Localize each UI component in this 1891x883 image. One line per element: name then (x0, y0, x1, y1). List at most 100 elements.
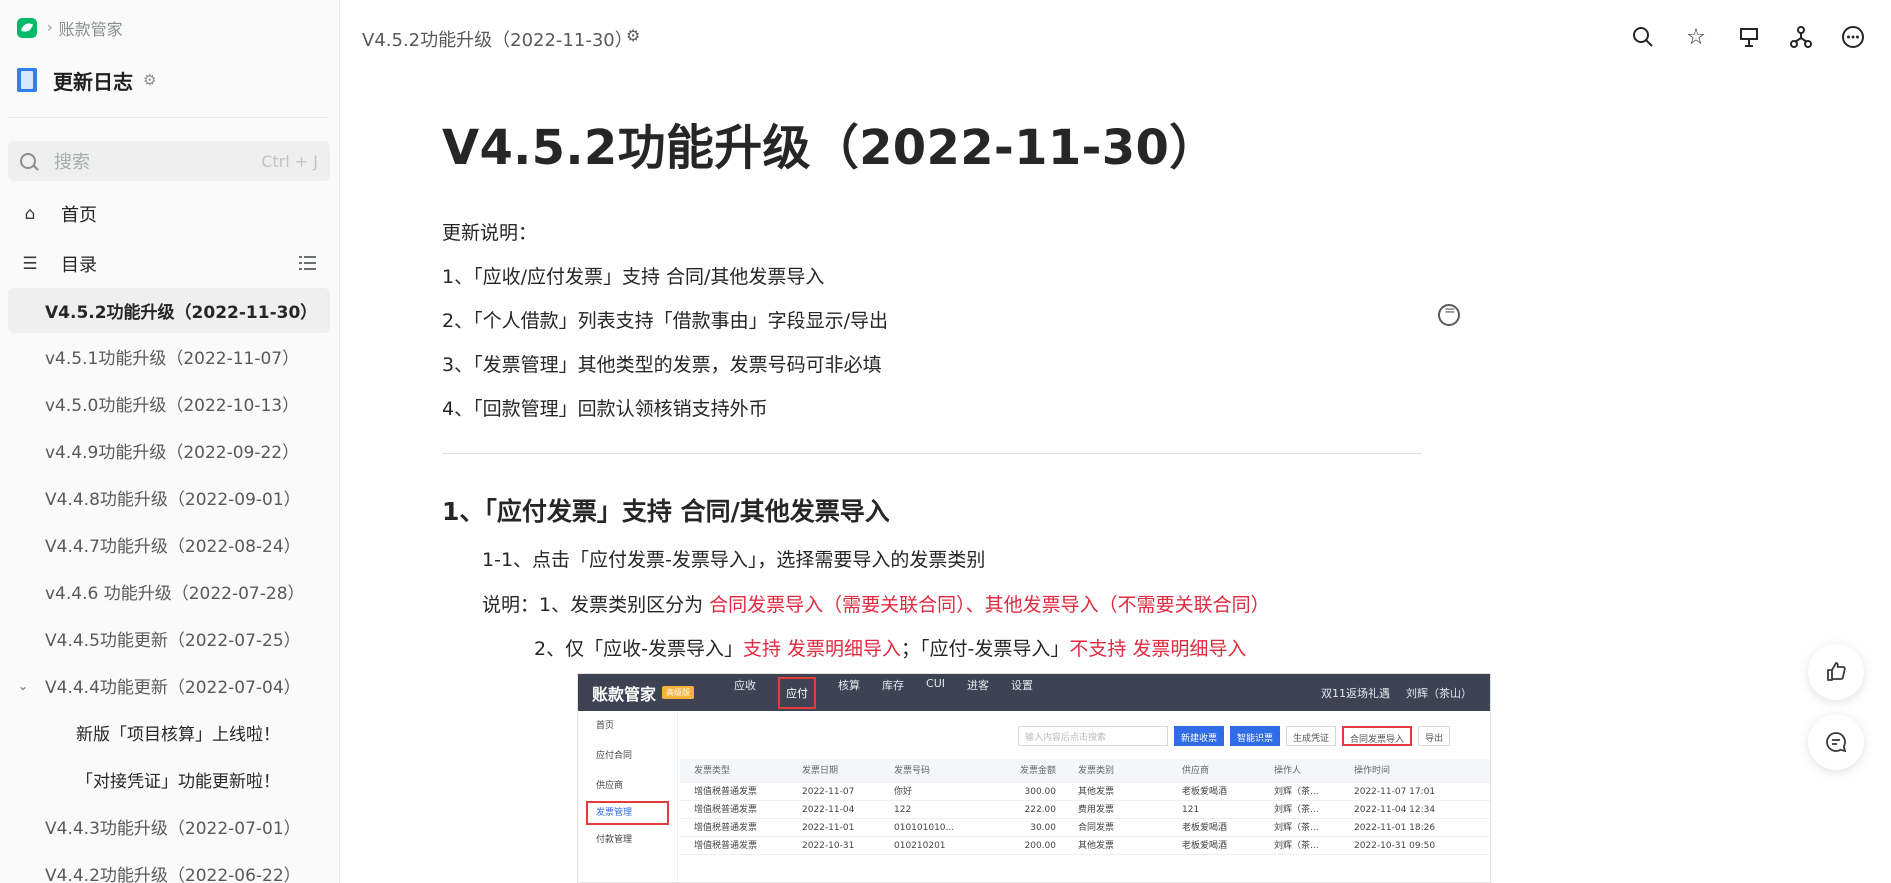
toc-collapse-icon[interactable] (298, 256, 316, 270)
table-cell: 其他发票 (1078, 787, 1115, 797)
table-header-cell: 发票号码 (894, 766, 931, 776)
header-doc-title: V4.5.2功能升级（2022-11-30） (362, 30, 633, 51)
table-header-cell: 发票类型 (694, 766, 731, 776)
table-row: 增值税普通发票 2022-11-07 你好 300.00 其他发票 老板爱喝酒 … (680, 783, 1490, 801)
table-cell: 300.00 (1024, 787, 1057, 797)
chevron-down-icon[interactable]: ⌄ (18, 679, 28, 693)
present-icon[interactable] (1736, 24, 1762, 50)
star-icon[interactable]: ☆ (1683, 24, 1709, 50)
chevron-right-icon: › (47, 20, 53, 36)
comment-button[interactable] (1808, 714, 1864, 770)
book-title[interactable]: 更新日志 (53, 66, 133, 95)
screenshot-sidebar: 首页 应付合同 供应商 发票管理 付款管理 (578, 711, 678, 882)
intro-text: 更新说明： (442, 222, 538, 244)
screenshot-side-item: 供应商 (596, 781, 624, 791)
toc-item[interactable]: v4.4.9功能升级（2022-09-22） (8, 427, 330, 474)
toc-item[interactable]: V4.4.7功能升级（2022-08-24） (8, 521, 330, 568)
comment-icon[interactable] (1438, 303, 1460, 326)
note-part: 2、仅「应收-发票导入」 (534, 638, 743, 660)
table-header-cell: 供应商 (1182, 766, 1210, 776)
table-cell: 老板爱喝酒 (1182, 823, 1228, 833)
breadcrumb[interactable]: › 账款管家 (17, 17, 123, 39)
table-cell: 费用发票 (1078, 805, 1115, 815)
sidebar-item-toc[interactable]: ☰ 目录 (8, 244, 330, 284)
table-cell: 2022-11-01 (802, 823, 855, 833)
screenshot-toolbar: 输入内容后点击搜索 新建收票 智能识票 生成凭证 合同发票导入 导出 (1018, 726, 1451, 746)
table-cell: 老板爱喝酒 (1182, 787, 1228, 797)
settings-icon[interactable]: ⚙ (626, 26, 640, 45)
section-heading: 1、「应付发票」支持 合同/其他发票导入 (442, 497, 890, 526)
table-header-cell: 发票金额 (1019, 766, 1056, 776)
screenshot-button: 智能识票 (1230, 726, 1281, 746)
toc-item[interactable]: V4.4.8功能升级（2022-09-01） (8, 474, 330, 521)
note-text: 2、仅「应收-发票导入」支持 发票明细导入；「应付-发票导入」不支持 发票明细导… (534, 634, 1246, 661)
table-cell: 刘辉（茶... (1274, 787, 1319, 797)
table-cell: 你好 (894, 787, 913, 797)
screenshot-topbar: 账款管家 高级版 应收 应付 核算 库存 CUI 进客 设置 双11返场礼遇 刘… (578, 674, 1490, 711)
home-icon: ⌂ (24, 204, 36, 224)
toc-item[interactable]: V4.5.2功能升级（2022-11-30） (8, 288, 330, 333)
sidebar-item-home[interactable]: ⌂ 首页 (8, 194, 330, 234)
toc-item[interactable]: v4.5.0功能升级（2022-10-13） (8, 380, 330, 427)
search-icon (20, 153, 36, 169)
table-cell: 增值税普通发票 (694, 805, 758, 815)
table-cell: 200.00 (1024, 841, 1057, 851)
table-header-cell: 发票日期 (802, 766, 839, 776)
toc-sub-item[interactable]: 「对接凭证」功能更新啦！ (8, 756, 330, 803)
like-button[interactable] (1808, 644, 1864, 700)
toc-item[interactable]: V4.4.3功能升级（2022-07-01） (8, 803, 330, 850)
note-highlight: 支持 发票明细导入 (742, 638, 901, 660)
table-cell: 2022-11-07 17:01 (1354, 787, 1436, 797)
toc-item-expanded[interactable]: ⌄ V4.4.4功能更新（2022-07-04） (8, 662, 330, 709)
settings-icon[interactable]: ⚙ (143, 71, 156, 89)
toc-item[interactable]: V4.4.5功能更新（2022-07-25） (8, 615, 330, 662)
note-text: 说明：1、发票类别区分为 合同发票导入（需要关联合同）、其他发票导入（不需要关联… (482, 590, 1270, 617)
screenshot-side-item: 首页 (596, 721, 615, 731)
divider (8, 117, 329, 118)
table-cell: 其他发票 (1078, 841, 1115, 851)
table-header: 发票类型 发票日期 发票号码 发票金额 发票类别 供应商 操作人 操作时间 (680, 759, 1490, 783)
toc-item[interactable]: v4.5.1功能升级（2022-11-07） (8, 333, 330, 380)
sidebar-item-label: 首页 (61, 205, 97, 226)
screenshot-nav-item: 库存 (882, 678, 905, 692)
screenshot-nav-item: 核算 (838, 678, 861, 692)
share-icon[interactable] (1788, 24, 1814, 50)
sidebar: › 账款管家 更新日志 ⚙ 搜索 Ctrl + J ⌂ 首页 ☰ 目录 V4.5… (0, 0, 340, 883)
search-input[interactable]: 搜索 Ctrl + J (8, 141, 330, 181)
screenshot-side-item: 应付合同 (596, 751, 633, 761)
table-row: 增值税普通发票 2022-11-01 010101010... 30.00 合同… (680, 819, 1490, 837)
breadcrumb-label[interactable]: 账款管家 (59, 16, 123, 40)
screenshot-button: 新建收票 (1174, 726, 1225, 746)
more-icon[interactable] (1840, 24, 1866, 50)
table-cell: 2022-11-04 12:34 (1354, 805, 1436, 815)
table-cell: 刘辉（茶... (1274, 823, 1319, 833)
header: V4.5.2功能升级（2022-11-30） ⚙ ☆ (340, 0, 1891, 75)
book-icon (17, 68, 37, 92)
toc-item[interactable]: V4.4.2功能升级（2022-06-22） (8, 850, 330, 883)
table-cell: 增值税普通发票 (694, 823, 758, 833)
screenshot-side-item: 发票管理 (586, 801, 669, 825)
table-cell: 010210201 (894, 841, 946, 851)
search-placeholder[interactable]: 搜索 (54, 148, 261, 174)
screenshot-table: 发票类型 发票日期 发票号码 发票金额 发票类别 供应商 操作人 操作时间 增值… (680, 759, 1490, 855)
app-window: › 账款管家 更新日志 ⚙ 搜索 Ctrl + J ⌂ 首页 ☰ 目录 V4.5… (0, 0, 1891, 883)
table-cell: 2022-11-04 (802, 805, 855, 815)
table-cell: 增值税普通发票 (694, 787, 758, 797)
screenshot-brand: 账款管家 (592, 684, 657, 704)
note-part: ；「应付-发票导入」 (901, 638, 1070, 660)
book-header[interactable]: 更新日志 ⚙ (17, 66, 156, 94)
screenshot-nav-item: 进客 (967, 678, 989, 692)
table-cell: 222.00 (1024, 805, 1057, 815)
toc-item[interactable]: v4.4.6 功能升级（2022-07-28） (8, 568, 330, 615)
page-title: V4.5.2功能升级（2022-11-30） (442, 120, 1218, 176)
embedded-screenshot[interactable]: 账款管家 高级版 应收 应付 核算 库存 CUI 进客 设置 双11返场礼遇 刘… (577, 673, 1491, 883)
thumbs-up-icon (1827, 662, 1846, 681)
screenshot-user: 刘辉（茶山） (1406, 687, 1472, 700)
list-item: 3、「发票管理」其他类型的发票，发票号码可非必填 (442, 354, 882, 376)
sidebar-item-label: 目录 (61, 255, 97, 276)
table-cell: 121 (1182, 805, 1200, 815)
search-icon[interactable] (1630, 24, 1656, 50)
table-cell: 2022-11-01 18:26 (1354, 823, 1436, 833)
screenshot-promo: 双11返场礼遇 (1321, 687, 1390, 700)
toc-sub-item[interactable]: 新版「项目核算」上线啦！ (8, 709, 330, 756)
